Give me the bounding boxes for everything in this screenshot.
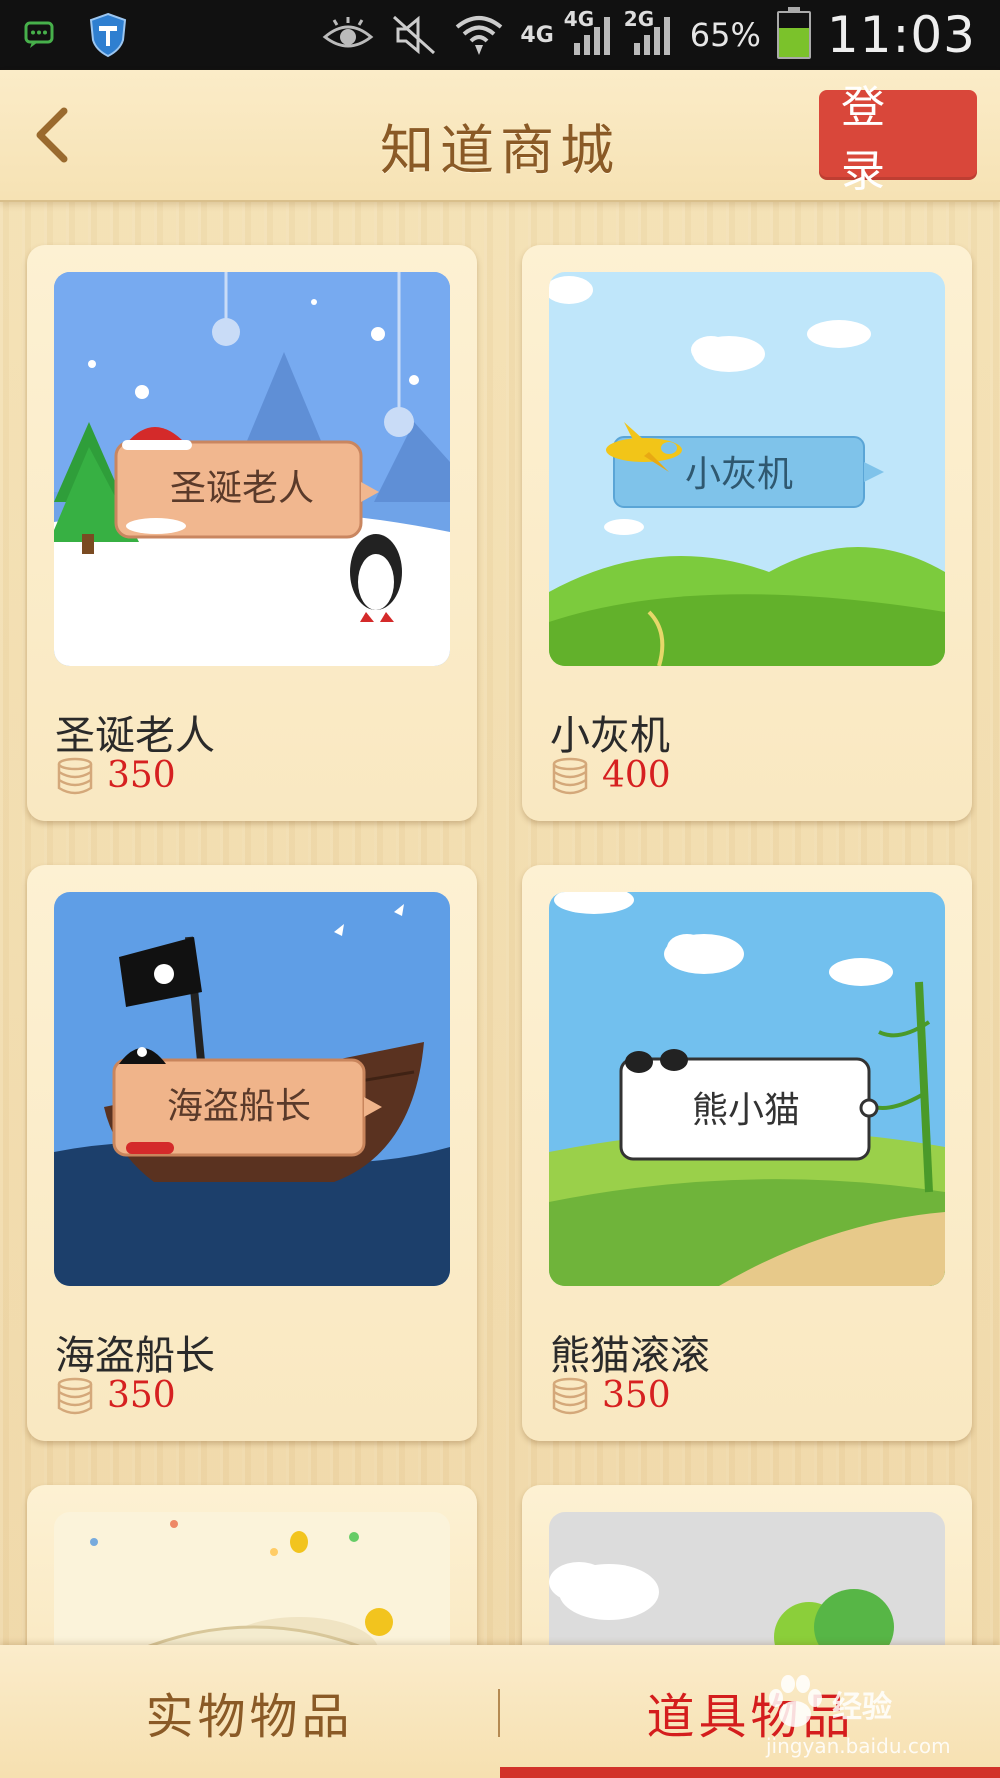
item-name: 圣诞老人 [55,713,215,759]
panda-banner-text: 熊小猫 [692,1090,800,1131]
battery-icon [776,7,811,59]
wifi-icon [454,13,504,57]
item-name: 熊猫滚滚 [550,1333,710,1379]
eye-icon [322,15,374,55]
item-price: 350 [107,755,176,796]
watermark-url: jingyan.baidu.com [766,1734,951,1758]
item-name: 海盗船长 [55,1333,215,1379]
signal-icon: 4G [564,7,614,57]
price-row: 400 [550,755,671,796]
watermark-brand: 经验 [832,1690,892,1725]
item-price: 350 [602,1375,671,1416]
signal-icon-2g: 2G [624,7,674,57]
battery-fill [778,28,809,57]
clock: 11:03 [826,6,976,64]
item-name: 小灰机 [550,713,670,759]
network-type-4g: 4G [520,22,554,48]
mute-icon [390,13,438,57]
item-card-panda[interactable]: 熊小猫 熊猫滚滚 350 [522,865,972,1441]
price-row: 350 [55,755,176,796]
item-card-santa[interactable]: 圣诞老人 圣诞老人 350 [27,245,477,821]
item-image-panda: 熊小猫 [549,892,945,1286]
battery-percent: 65% [689,16,761,54]
message-icon [24,20,54,50]
plane-banner-text: 小灰机 [685,454,793,495]
item-image-santa: 圣诞老人 [54,272,450,666]
shield-icon [88,12,128,58]
pirate-banner-text: 海盗船长 [167,1086,311,1127]
app-header: 知道商城 登 录 [0,70,1000,202]
santa-banner-text: 圣诞老人 [170,468,314,509]
tab-physical-items[interactable]: 实物物品 [0,1645,499,1778]
coin-stack-icon [57,1377,93,1414]
item-price: 400 [602,755,671,796]
item-card-pirate[interactable]: 海盗船长 海盗船长 350 [27,865,477,1441]
item-price: 350 [107,1375,176,1416]
item-image-pirate: 海盗船长 [54,892,450,1286]
price-row: 350 [550,1375,671,1416]
network-type-2g: 2G [623,7,655,31]
status-bar: 4G 4G 2G 65% 11:03 [0,0,1000,70]
login-button[interactable]: 登 录 [819,82,977,197]
network-type-4g-second: 4G [563,7,595,31]
active-tab-indicator [500,1767,1000,1778]
item-card-plane[interactable]: 小灰机 小灰机 400 [522,245,972,821]
coin-stack-icon [552,757,588,794]
watermark: 经验 jingyan.baidu.com [760,1668,960,1768]
tab-divider [498,1689,500,1737]
item-image-plane: 小灰机 [549,272,945,666]
price-row: 350 [55,1375,176,1416]
coin-stack-icon [552,1377,588,1414]
paw-logo-icon [769,1675,822,1727]
coin-stack-icon [57,757,93,794]
